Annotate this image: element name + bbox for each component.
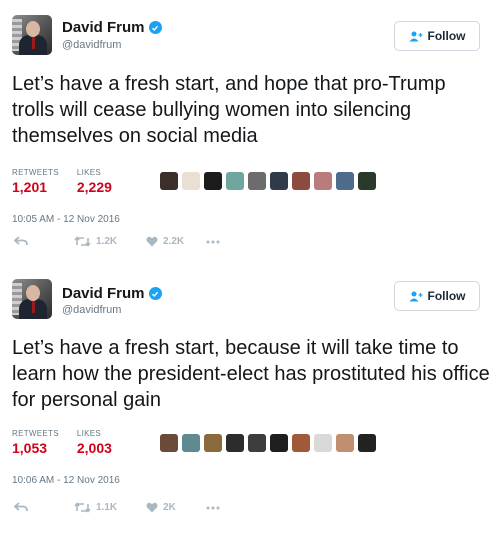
liker-avatars — [160, 434, 380, 452]
tweet-card: David Frum @davidfrum Follow Let’s have … — [0, 0, 500, 267]
author-name-row[interactable]: David Frum — [62, 285, 162, 302]
retweet-button[interactable]: 1.1K — [74, 502, 146, 513]
follow-label: Follow — [427, 29, 466, 43]
retweets-label: RETWEETS — [12, 429, 59, 438]
follow-label: Follow — [427, 289, 466, 303]
liker-avatar[interactable] — [336, 434, 354, 452]
tweet-stats: RETWEETS 1,053 LIKES 2,003 — [12, 429, 130, 456]
retweet-button[interactable]: 1.2K — [74, 236, 146, 247]
liker-avatar[interactable] — [358, 434, 376, 452]
retweet-icon — [74, 502, 91, 513]
liker-avatar[interactable] — [358, 172, 376, 190]
reply-button[interactable] — [14, 236, 74, 247]
retweets-stat[interactable]: RETWEETS 1,053 — [12, 429, 59, 456]
retweet-count: 1.2K — [96, 236, 118, 247]
heart-icon — [146, 236, 158, 247]
avatar[interactable] — [12, 279, 52, 319]
like-count: 2K — [163, 502, 176, 513]
liker-avatar[interactable] — [182, 434, 200, 452]
tweet-actions: 1.2K 2.2K — [14, 236, 220, 247]
reply-icon — [14, 236, 28, 247]
tweet-text: Let’s have a fresh start, and hope that … — [12, 73, 446, 147]
liker-avatar[interactable] — [336, 172, 354, 190]
liker-avatar[interactable] — [292, 172, 310, 190]
follow-button[interactable]: Follow — [394, 21, 480, 51]
retweets-stat[interactable]: RETWEETS 1,201 — [12, 168, 59, 195]
more-icon — [206, 240, 220, 244]
reply-icon — [14, 502, 28, 513]
retweets-count: 1,201 — [12, 179, 48, 195]
liker-avatar[interactable] — [204, 172, 222, 190]
tweet-actions: 1.1K 2K — [14, 502, 220, 513]
tweet-text: Let’s have a fresh start, because it wil… — [12, 337, 490, 411]
liker-avatar[interactable] — [160, 434, 178, 452]
author-handle[interactable]: @davidfrum — [62, 39, 121, 51]
verified-badge-icon — [148, 21, 162, 34]
likes-count: 2,003 — [76, 440, 112, 456]
follow-button[interactable]: Follow — [394, 281, 480, 311]
retweet-icon — [74, 236, 91, 247]
more-button[interactable] — [206, 240, 220, 244]
likes-label: LIKES — [76, 168, 102, 177]
add-user-icon — [409, 291, 423, 302]
heart-icon — [146, 502, 158, 513]
liker-avatar[interactable] — [292, 434, 310, 452]
like-button[interactable]: 2.2K — [146, 236, 206, 247]
more-icon — [206, 506, 220, 510]
retweets-label: RETWEETS — [12, 168, 59, 177]
like-count: 2.2K — [163, 236, 185, 247]
tweet-timestamp[interactable]: 10:06 AM - 12 Nov 2016 — [12, 475, 120, 486]
likes-stat[interactable]: LIKES 2,003 — [77, 429, 112, 456]
likes-stat[interactable]: LIKES 2,229 — [77, 168, 112, 195]
author-handle[interactable]: @davidfrum — [62, 304, 121, 316]
liker-avatar[interactable] — [226, 434, 244, 452]
liker-avatar[interactable] — [160, 172, 178, 190]
likes-count: 2,229 — [76, 179, 112, 195]
avatar[interactable] — [12, 15, 52, 55]
liker-avatar[interactable] — [270, 172, 288, 190]
tweet-timestamp[interactable]: 10:05 AM - 12 Nov 2016 — [12, 214, 120, 225]
add-user-icon — [409, 31, 423, 42]
retweets-count: 1,053 — [12, 440, 48, 456]
liker-avatar[interactable] — [204, 434, 222, 452]
liker-avatar[interactable] — [314, 172, 332, 190]
more-button[interactable] — [206, 506, 220, 510]
liker-avatar[interactable] — [226, 172, 244, 190]
like-button[interactable]: 2K — [146, 502, 206, 513]
tweet-card: David Frum @davidfrum Follow Let’s have … — [0, 267, 500, 534]
liker-avatar[interactable] — [182, 172, 200, 190]
liker-avatar[interactable] — [314, 434, 332, 452]
liker-avatars — [160, 172, 380, 190]
reply-button[interactable] — [14, 502, 74, 513]
author-name[interactable]: David Frum — [62, 19, 145, 36]
author-name-row[interactable]: David Frum — [62, 19, 162, 36]
retweet-count: 1.1K — [96, 502, 118, 513]
author-name[interactable]: David Frum — [62, 285, 145, 302]
verified-badge-icon — [148, 287, 162, 300]
tweet-stats: RETWEETS 1,201 LIKES 2,229 — [12, 168, 130, 195]
likes-label: LIKES — [76, 429, 102, 438]
liker-avatar[interactable] — [248, 172, 266, 190]
liker-avatar[interactable] — [248, 434, 266, 452]
liker-avatar[interactable] — [270, 434, 288, 452]
